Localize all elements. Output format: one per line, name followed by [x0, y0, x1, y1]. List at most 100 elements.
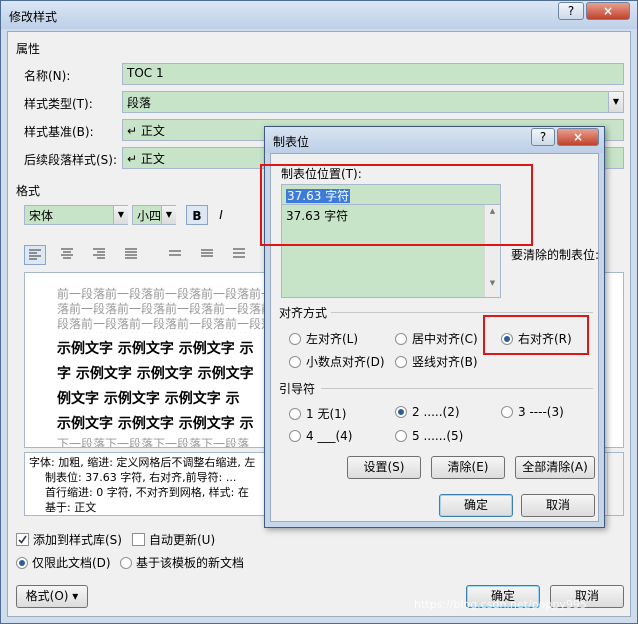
leader-underline-radio[interactable]: 4 ___(4) [289, 429, 352, 443]
tab-title-bar: 制表位 ? × [265, 127, 604, 153]
align-decimal-radio[interactable]: 小数点对齐(D) [289, 353, 385, 370]
clear-all-button[interactable]: 全部清除(A) [515, 456, 595, 479]
leader-group-title: 引导符 [279, 382, 316, 396]
to-clear-label: 要清除的制表位: [511, 248, 600, 262]
preview-next-paragraph: 下一段落下一段落下一段落下一段落 [57, 437, 250, 448]
tab-stops-dialog: 制表位 ? × 制表位位置(T): 37.63 字符 37.63 字符 ▲ ▼ … [260, 126, 605, 528]
help-button[interactable]: ? [558, 2, 584, 20]
leader-dashes-label: 3 ----(3) [518, 405, 564, 419]
description-line: 首行缩进: 0 字符, 不对齐到网格, 样式: 在 [45, 486, 249, 499]
title-bar: 修改样式 ? × [1, 1, 637, 29]
align-center-label: 居中对齐(C) [412, 332, 478, 346]
align-center-icon [61, 248, 73, 259]
radio-icon [501, 406, 513, 418]
style-type-value: 段落 [127, 96, 152, 110]
align-left-label: 左对齐(L) [306, 332, 359, 346]
sample-line: 示例文字 示例文字 示例文字 示 [57, 341, 254, 357]
sample-line: 字 示例文字 示例文字 示例文字 [57, 366, 254, 382]
watermark-text: https://blog.csdn.net/poppy995 [414, 598, 587, 611]
clear-button[interactable]: 清除(E) [431, 456, 505, 479]
italic-button[interactable]: I [210, 205, 232, 225]
align-center-button[interactable] [56, 245, 78, 265]
only-this-document-radio[interactable]: 仅限此文档(D) [16, 554, 111, 571]
line-spacing-icon [201, 249, 213, 257]
leader-middot-radio[interactable]: 5 ......(5) [395, 429, 463, 443]
line-spacing-mid-button[interactable] [196, 245, 218, 265]
font-chevron-down-icon[interactable]: ▼ [113, 206, 128, 224]
checkbox-checked-icon [16, 533, 29, 546]
auto-update-checkbox[interactable]: 自动更新(U) [132, 531, 215, 548]
checkbox-icon [132, 533, 145, 546]
add-to-gallery-checkbox[interactable]: 添加到样式库(S) [16, 531, 122, 548]
alignment-group-title: 对齐方式 [279, 306, 328, 320]
leader-dots-radio[interactable]: 2 .....(2) [395, 405, 460, 419]
align-center-radio[interactable]: 居中对齐(C) [395, 330, 478, 347]
tab-dialog-title: 制表位 [273, 135, 310, 149]
size-value: 小四 [137, 209, 162, 223]
radio-icon [289, 430, 301, 442]
radio-icon [289, 332, 301, 345]
line-spacing-icon [233, 248, 245, 258]
dialog-title: 修改样式 [9, 10, 58, 24]
radio-icon [395, 355, 407, 368]
name-label: 名称(N): [24, 69, 71, 83]
radio-icon [289, 355, 301, 368]
align-bar-label: 竖线对齐(B) [412, 355, 478, 369]
only-this-document-label: 仅限此文档(D) [32, 556, 111, 570]
close-button[interactable]: × [586, 2, 630, 20]
justify-icon [125, 248, 137, 259]
tab-help-button[interactable]: ? [531, 128, 555, 146]
next-style-label: 后续段落样式(S): [24, 153, 118, 167]
format-group-title: 格式 [16, 184, 41, 198]
tab-cancel-button[interactable]: 取消 [521, 494, 595, 517]
radio-icon [395, 332, 407, 345]
description-scrollbar[interactable] [607, 453, 623, 515]
sample-line: 例文字 示例文字 示例文字 示 [57, 391, 240, 407]
radio-icon [120, 556, 132, 569]
tab-close-button[interactable]: × [557, 128, 599, 146]
line-spacing-single-button[interactable] [164, 245, 186, 265]
preview-previous-paragraph: 前一段落前一段落前一段落前一段落前一段落前一段落前一段落前一段落前一段落前一段落… [57, 287, 286, 333]
leader-dashes-radio[interactable]: 3 ----(3) [501, 405, 564, 419]
new-documents-label: 基于该模板的新文档 [136, 556, 245, 570]
tab-dialog-body: 制表位位置(T): 37.63 字符 37.63 字符 ▲ ▼ 要清除的制表位:… [260, 153, 600, 522]
leader-middot-label: 5 ......(5) [412, 429, 464, 443]
right-align-highlight-box [483, 315, 589, 355]
description-line: 制表位: 37.63 字符, 右对齐,前导符: ... [45, 471, 237, 484]
align-left-radio[interactable]: 左对齐(L) [289, 330, 358, 347]
sample-line: 示例文字 示例文字 示例文字 示 [57, 416, 254, 432]
radio-selected-icon [16, 556, 28, 569]
radio-icon [289, 407, 301, 420]
leader-none-radio[interactable]: 1 无(1) [289, 405, 346, 422]
leader-separator [321, 388, 593, 389]
style-based-value: ↵ 正文 [127, 124, 165, 138]
position-highlight-box [260, 164, 533, 246]
bold-button[interactable]: B [186, 205, 208, 225]
justify-button[interactable] [120, 245, 142, 265]
add-to-gallery-label: 添加到样式库(S) [33, 533, 122, 547]
line-spacing-icon [169, 250, 181, 256]
align-right-icon [93, 248, 105, 259]
description-line: 字体: 加粗, 缩进: 定义网格后不调整右缩进, 左 [29, 456, 256, 469]
tab-ok-button[interactable]: 确定 [439, 494, 513, 517]
format-menu-button[interactable]: 格式(O) ▾ [16, 585, 88, 608]
style-type-select[interactable]: 段落 [122, 91, 624, 113]
align-left-icon [29, 249, 41, 260]
chevron-down-icon[interactable]: ▼ [608, 92, 623, 112]
line-spacing-double-button[interactable] [228, 245, 250, 265]
radio-icon [395, 430, 407, 442]
set-button[interactable]: 设置(S) [347, 456, 421, 479]
auto-update-label: 自动更新(U) [149, 533, 216, 547]
name-input[interactable]: TOC 1 [122, 63, 624, 85]
align-right-button[interactable] [88, 245, 110, 265]
properties-group-title: 属性 [16, 42, 41, 56]
align-left-button[interactable] [24, 245, 46, 265]
alignment-separator [331, 312, 593, 313]
size-chevron-down-icon[interactable]: ▼ [161, 206, 176, 224]
next-style-value: ↵ 正文 [127, 152, 165, 166]
leader-underline-label: 4 ___(4) [306, 429, 353, 443]
style-type-label: 样式类型(T): [24, 97, 93, 111]
leader-none-label: 1 无(1) [306, 407, 347, 421]
new-documents-radio[interactable]: 基于该模板的新文档 [120, 554, 244, 571]
align-bar-radio[interactable]: 竖线对齐(B) [395, 353, 478, 370]
